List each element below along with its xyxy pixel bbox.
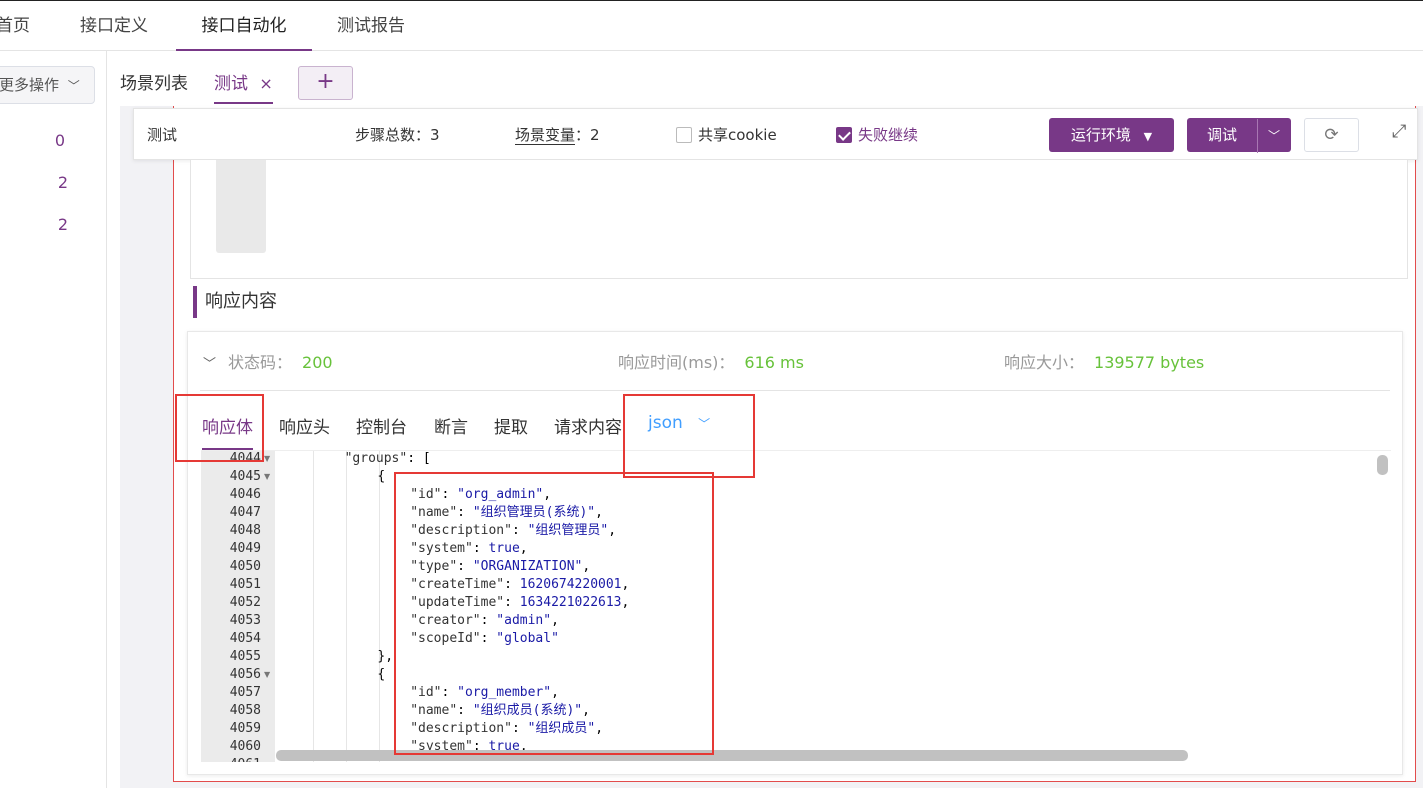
code-line: {	[377, 468, 385, 486]
tab-response-headers[interactable]: 响应头	[279, 413, 330, 438]
size-label: 响应大小：	[1004, 353, 1085, 372]
time-label: 响应时间(ms)：	[618, 353, 735, 372]
response-size: 响应大小： 139577 bytes	[1004, 349, 1204, 373]
line-number: 4047	[229, 505, 261, 520]
more-actions-button[interactable]: 更多操作 ﹀	[0, 66, 95, 104]
code-token: "groups"	[344, 451, 408, 466]
size-value: 139577 bytes	[1094, 353, 1205, 372]
count-value: 2	[57, 215, 69, 234]
count-value: 2	[57, 173, 69, 192]
request-panel	[190, 160, 1408, 279]
steps-total: 步骤总数：3	[355, 124, 440, 145]
scenario-tabs: 场景列表 测试 × +	[107, 51, 1423, 106]
add-tab-button[interactable]: +	[298, 66, 353, 100]
expand-icon[interactable]: ⤢	[1392, 121, 1406, 142]
variables-value: 2	[590, 126, 600, 144]
line-number: 4050	[229, 559, 261, 574]
nav-api-automation[interactable]: 接口自动化	[176, 1, 312, 51]
line-number: 4045	[229, 469, 261, 484]
continue-on-fail-label: 失败继续	[858, 126, 919, 144]
panel-scroll-area	[216, 160, 266, 253]
continue-on-fail-checkbox[interactable]: 失败继续	[836, 124, 918, 145]
run-environment-label: 运行环境	[1070, 126, 1131, 144]
indent-guide	[379, 451, 380, 762]
share-cookie-checkbox[interactable]: 共享cookie	[676, 124, 777, 145]
code-token: {	[377, 667, 386, 682]
scenario-variables[interactable]: 场景变量：2	[515, 124, 600, 145]
nav-test-report[interactable]: 测试报告	[337, 1, 405, 51]
annotation-box-json	[394, 472, 714, 755]
tab-extract[interactable]: 提取	[494, 413, 528, 438]
annotation-box-format	[623, 394, 755, 478]
refresh-icon: ⟳	[1324, 125, 1339, 145]
time-value: 616 ms	[744, 353, 804, 372]
status-value: 200	[302, 353, 333, 372]
scenario-header: 测试 步骤总数：3 场景变量：2 共享cookie 失败继续 运行环境 ▼ 调试…	[133, 108, 1418, 160]
response-section-title: 响应内容	[193, 286, 277, 318]
fold-toggle-icon[interactable]: ▼	[264, 468, 270, 486]
tab-test[interactable]: 测试 ×	[214, 69, 273, 104]
nav-api-definition[interactable]: 接口定义	[80, 1, 148, 51]
steps-value: 3	[430, 126, 440, 144]
fold-toggle-icon[interactable]: ▼	[264, 451, 270, 468]
close-icon[interactable]: ×	[259, 74, 272, 93]
checkbox-checked-icon[interactable]	[836, 127, 852, 143]
code-line: },	[377, 648, 393, 666]
code-token: : [	[407, 451, 431, 466]
line-number: 4052	[229, 595, 261, 610]
caret-down-icon: ▼	[1143, 130, 1153, 143]
line-number: 4058	[229, 703, 261, 718]
chevron-down-icon[interactable]: ﹀	[1257, 119, 1290, 153]
code-token: {	[377, 469, 386, 484]
line-number: 4059	[229, 721, 261, 736]
debug-button[interactable]: 调试 ﹀	[1187, 118, 1291, 153]
code-token: },	[377, 649, 394, 664]
tab-console[interactable]: 控制台	[356, 413, 407, 438]
line-number: 4055	[229, 649, 261, 664]
line-number: 4051	[229, 577, 261, 592]
count-value: 0	[54, 131, 66, 150]
code-line: {	[377, 666, 385, 684]
debug-label: 调试	[1206, 126, 1237, 144]
vertical-scrollbar[interactable]	[1377, 455, 1388, 475]
refresh-button[interactable]: ⟳	[1304, 118, 1359, 152]
line-number: 4057	[229, 685, 261, 700]
tab-assertions[interactable]: 断言	[434, 413, 468, 438]
scenario-sidebar: 更多操作 ﹀ 0 2 2	[0, 51, 107, 788]
tab-scenario-list[interactable]: 场景列表	[120, 69, 188, 94]
line-number: 4061	[201, 756, 261, 762]
divider	[200, 390, 1390, 391]
checkbox-icon[interactable]	[676, 127, 692, 143]
tab-request-content[interactable]: 请求内容	[554, 413, 622, 438]
line-number: 4056	[229, 667, 261, 682]
nav-home[interactable]: 首页	[0, 1, 30, 51]
top-nav: 首页 接口定义 接口自动化 测试报告	[0, 0, 1423, 51]
line-number: 4046	[229, 487, 261, 502]
line-number: 4054	[229, 631, 261, 646]
indent-guide	[346, 451, 347, 762]
more-actions-label: 更多操作	[0, 76, 60, 94]
share-cookie-label: 共享cookie	[698, 126, 777, 144]
annotation-box-response-body	[175, 394, 264, 462]
run-environment-button[interactable]: 运行环境 ▼	[1049, 118, 1174, 152]
steps-label: 步骤总数：	[355, 126, 431, 144]
response-body-editor[interactable]: 4044 ▼ "groups": [4045 ▼{4046 "id": "org_adm…	[201, 450, 1391, 762]
status-label: 状态码：	[228, 353, 293, 372]
variables-sep: ：	[575, 126, 591, 144]
variables-label[interactable]: 场景变量	[515, 126, 576, 145]
chevron-down-icon: ﹀	[67, 79, 80, 93]
line-number: 4060	[229, 739, 261, 754]
fold-toggle-icon[interactable]: ▼	[264, 666, 270, 684]
tab-test-label: 测试	[214, 74, 248, 94]
response-time: 响应时间(ms)： 616 ms	[618, 349, 804, 373]
line-number: 4048	[229, 523, 261, 538]
collapse-chevron-icon[interactable]: ﹀	[203, 357, 216, 372]
line-number: 4049	[229, 541, 261, 556]
indent-guide	[313, 451, 314, 762]
line-number: 4053	[229, 613, 261, 628]
status-code: ﹀ 状态码： 200	[203, 349, 333, 373]
scenario-name: 测试	[147, 126, 178, 144]
code-line: "groups": [	[344, 451, 431, 468]
